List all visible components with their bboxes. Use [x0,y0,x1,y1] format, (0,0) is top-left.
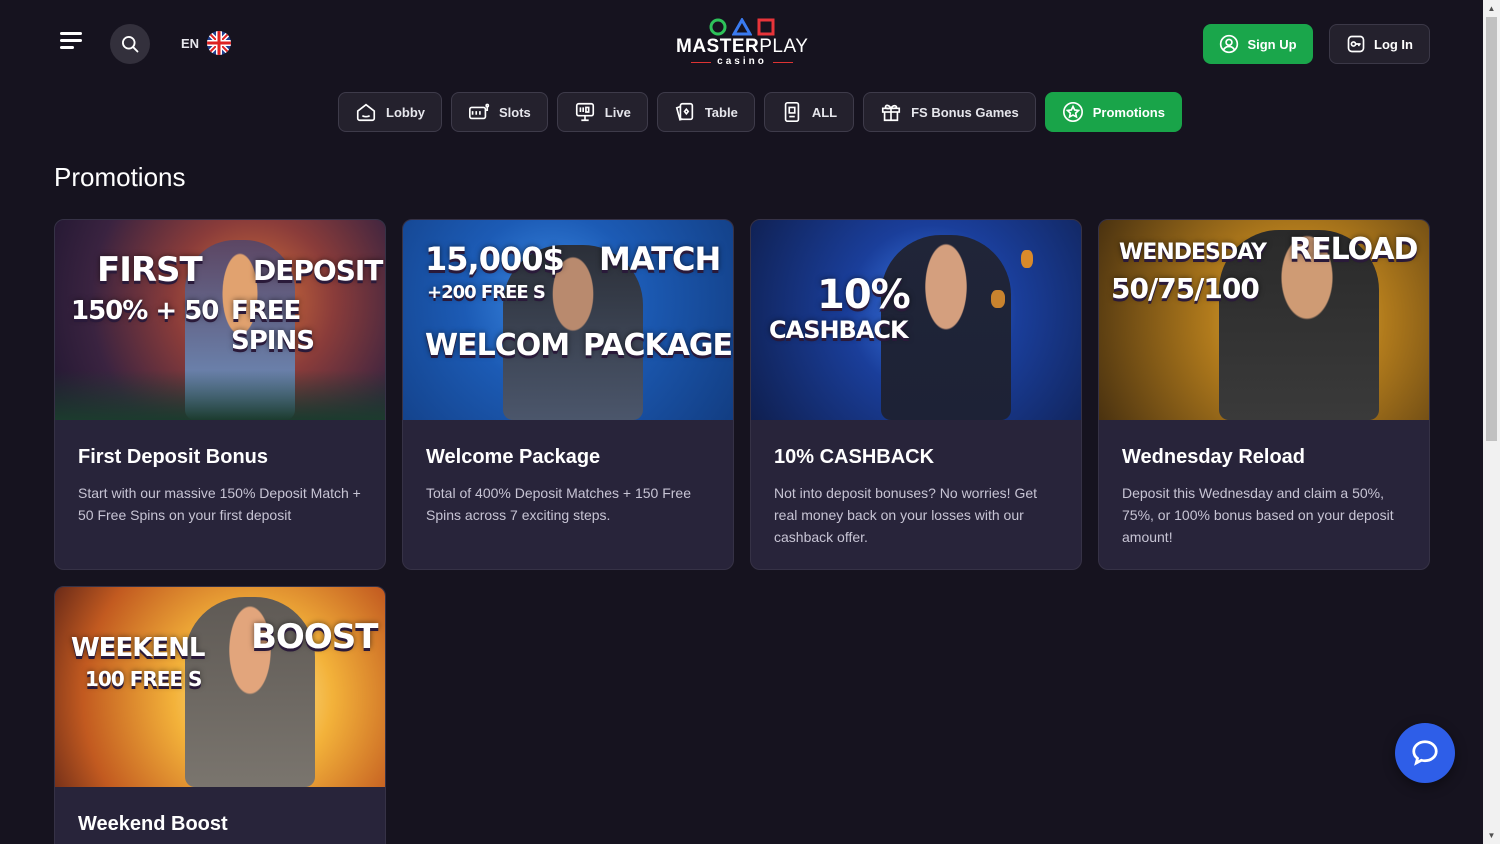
nav-promotions[interactable]: Promotions [1044,92,1182,132]
sign-up-label: Sign Up [1247,36,1297,52]
language-code: EN [181,35,200,51]
gift-icon [882,104,901,122]
promo-card-welcome-package[interactable]: 15,000$ MATCH +200 FREE S WELCOM PACKAGE… [402,219,734,570]
search-button[interactable] [110,24,150,64]
key-icon [1347,35,1365,53]
logo-wordmark: MASTERPLAY [676,36,809,57]
promo-description: Start with our massive 150% Deposit Matc… [78,485,361,523]
scrollbar[interactable]: ▲ ▼ [1483,0,1500,844]
promo-banner-image: 10% CASHBACK [751,220,1081,420]
promo-card-cashback[interactable]: 10% CASHBACK 10% CASHBACK Not into depos… [750,219,1082,570]
slot-machine-icon [469,103,490,120]
promo-title: 10% CASHBACK [774,446,935,468]
promo-banner-image: 15,000$ MATCH +200 FREE S WELCOM PACKAGE [403,220,733,420]
promo-description: Total of 400% Deposit Matches + 150 Free… [426,485,691,523]
promo-banner-image: FIRST DEPOSIT 150% + 50 FREE SPINS [55,220,385,420]
menu-icon[interactable] [60,32,86,56]
logo-subtitle: casino [676,57,808,67]
nav-live[interactable]: Live [556,92,648,132]
scroll-up-icon[interactable]: ▲ [1483,0,1500,17]
promo-card-weekend-boost[interactable]: WEEKENL BOOST 100 FREE S Weekend Boost [54,586,386,844]
live-chat-button[interactable] [1395,723,1455,783]
page-title: Promotions [54,162,186,192]
logo-shapes-icon [676,18,808,36]
promo-title: First Deposit Bonus [78,446,269,468]
nav-table[interactable]: Table [656,92,755,132]
promo-card-wednesday-reload[interactable]: WENDESDAY RELOAD 50/75/100 Wednesday Rel… [1098,219,1430,570]
phone-icon [784,102,800,122]
scrollbar-thumb[interactable] [1486,17,1497,441]
promo-title: Weekend Boost [78,813,228,835]
promo-title: Welcome Package [426,446,601,468]
nav-slots[interactable]: Slots [451,92,548,132]
log-in-button[interactable]: Log In [1329,24,1430,64]
header: EN MASTERPLAY casino Sign Up Log In [0,0,1483,88]
cards-icon [675,102,693,121]
promo-title: Wednesday Reload [1122,446,1306,468]
promo-banner-image: WENDESDAY RELOAD 50/75/100 [1099,220,1429,420]
nav-lobby[interactable]: Lobby [338,92,442,132]
star-icon [1062,102,1083,122]
category-nav: Lobby Slots Live Table ALL FS Bonus Game… [338,92,1182,132]
promo-banner-image: WEEKENL BOOST 100 FREE S [55,587,385,787]
sign-up-button[interactable]: Sign Up [1203,24,1313,64]
log-in-label: Log In [1374,36,1413,52]
masterplay-logo[interactable]: MASTERPLAY casino [676,18,808,72]
promo-card-first-deposit[interactable]: FIRST DEPOSIT 150% + 50 FREE SPINS First… [54,219,386,570]
nav-fs-bonus-games[interactable]: FS Bonus Games [863,92,1036,132]
nav-all[interactable]: ALL [763,92,855,132]
uk-flag-icon [207,31,232,55]
scroll-down-icon[interactable]: ▼ [1483,827,1500,844]
chat-bubble-icon [1412,740,1438,766]
language-selector[interactable]: EN [181,31,232,55]
live-icon [575,102,594,122]
promo-description: Deposit this Wednesday and claim a 50%, … [1122,485,1394,545]
user-icon [1220,34,1239,54]
search-icon [122,36,139,53]
home-icon [356,103,376,122]
promo-description: Not into deposit bonuses? No worries! Ge… [774,485,1038,545]
